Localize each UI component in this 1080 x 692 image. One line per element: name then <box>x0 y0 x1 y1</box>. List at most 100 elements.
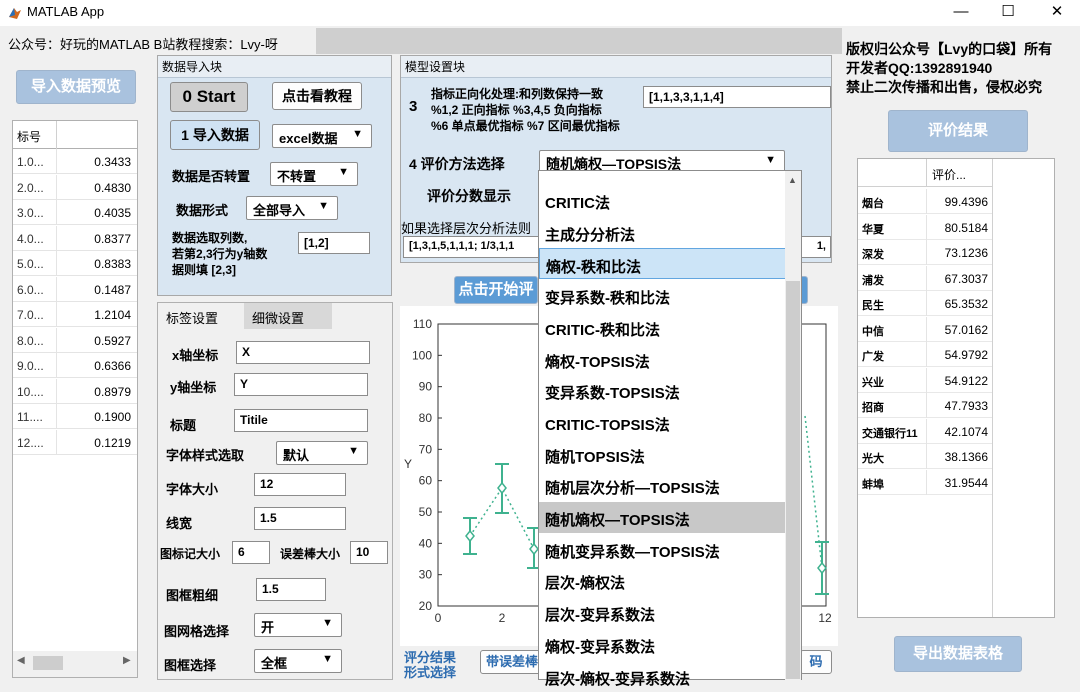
data-form-label: 数据形式 <box>176 203 229 218</box>
start-button[interactable]: 0 Start <box>170 82 248 112</box>
result-row[interactable]: 浦发 67.3037 <box>858 265 992 291</box>
dropdown-item[interactable]: 层次-熵权法 <box>539 565 787 596</box>
errorbar-size-label: 误差棒大小 <box>280 547 341 561</box>
result-name: 广发 <box>862 351 884 363</box>
result-name: 深发 <box>862 249 884 261</box>
result-row[interactable]: 光大 38.1366 <box>858 444 992 469</box>
result-row[interactable]: 招商 47.7933 <box>858 393 992 418</box>
horizontal-scrollbar[interactable]: ◀ ▶ <box>13 651 137 677</box>
close-button[interactable]: ✕ <box>1034 0 1080 26</box>
result-score: 54.9122 <box>944 373 988 388</box>
font-style-select[interactable]: 默认 ▼ <box>276 441 368 465</box>
tab-fine-settings[interactable]: 细微设置 <box>244 303 332 329</box>
dropdown-item[interactable]: 熵权-秩和比法 <box>539 248 787 280</box>
method-dropdown-list[interactable]: CRITIC法 主成分分析法 熵权-秩和比法 变异系数-秩和比法 CRITIC-秩和比法… <box>538 170 802 688</box>
matlab-logo-icon <box>9 8 21 19</box>
columns-input[interactable]: [1,2] <box>298 232 370 254</box>
ahp-hint: 如果选择层次分析法则 <box>401 221 532 236</box>
result-row[interactable]: 兴业 54.9122 <box>858 367 992 393</box>
result-score: 31.9544 <box>944 475 988 490</box>
evaluation-result-button[interactable]: 评价结果 <box>888 110 1028 152</box>
errorbar-size-input[interactable]: 10 <box>350 541 388 564</box>
result-row[interactable]: 中信 57.0162 <box>858 316 992 342</box>
dropdown-item[interactable]: 熵权-变异系数法 <box>539 629 787 660</box>
dropdown-item[interactable]: 随机TOPSIS法 <box>539 439 787 470</box>
row-index: 4.0... <box>17 231 44 246</box>
dropdown-item[interactable]: 层次-变异系数法 <box>539 597 787 628</box>
table-row[interactable]: 10.... 0.8979 <box>13 378 137 404</box>
result-row[interactable]: 烟台 99.4396 <box>858 189 992 214</box>
result-row[interactable]: 蚌埠 31.9544 <box>858 469 992 495</box>
y-axis-input[interactable]: Y <box>234 373 368 396</box>
frame-width-input[interactable]: 1.5 <box>256 578 326 601</box>
table-row[interactable]: 7.0... 1.2104 <box>13 302 137 327</box>
start-evaluation-button[interactable]: 点击开始评 <box>454 276 538 304</box>
dropdown-item[interactable]: 随机熵权—TOPSIS法 <box>539 502 787 533</box>
dropdown-item[interactable]: CRITIC法 <box>539 185 787 216</box>
format-select[interactable]: excel数据 ▼ <box>272 124 372 148</box>
data-form-select[interactable]: 全部导入 ▼ <box>246 196 338 220</box>
transpose-select[interactable]: 不转置 ▼ <box>270 162 358 186</box>
scroll-left-icon[interactable]: ◀ <box>17 655 25 666</box>
table-row[interactable]: 5.0... 0.8383 <box>13 251 137 276</box>
y-tick-label: 80 <box>419 411 433 425</box>
table-row[interactable]: 1.0... 0.3433 <box>13 149 137 174</box>
chevron-down-icon: ▼ <box>765 154 776 166</box>
code-button[interactable]: 码 <box>800 650 832 674</box>
table-row[interactable]: 6.0... 0.1487 <box>13 276 137 302</box>
dropdown-item[interactable]: 变异系数-TOPSIS法 <box>539 375 787 406</box>
minimize-button[interactable]: — <box>938 0 984 26</box>
dropdown-scrollbar[interactable]: ▲ <box>785 171 801 681</box>
preview-table[interactable]: 标号 1.0... 0.3433 2.0... 0.4830 3.0... 0.4035 4… <box>12 120 138 678</box>
row-index: 5.0... <box>17 257 44 271</box>
chevron-down-icon: ▼ <box>322 617 333 629</box>
preview-button[interactable]: 导入数据预览 <box>16 70 136 104</box>
result-score: 57.0162 <box>944 322 988 337</box>
table-row[interactable]: 12.... 0.1219 <box>13 429 137 455</box>
errorbar-button[interactable]: 带误差棒 <box>480 650 544 674</box>
dropdown-item[interactable]: CRITIC-秩和比法 <box>539 312 787 343</box>
result-row[interactable]: 交通银行11 42.1074 <box>858 418 992 444</box>
ahp-matrix-value: [1,3,1,5,1,1,1; 1/3,1,1 <box>409 240 515 252</box>
marker-size-input[interactable]: 6 <box>232 541 270 564</box>
scroll-up-icon[interactable]: ▲ <box>788 175 797 185</box>
table-row[interactable]: 8.0... 0.5927 <box>13 327 137 353</box>
ahp-matrix-value-right: 1, <box>816 240 826 252</box>
result-row[interactable]: 民生 65.3532 <box>858 291 992 316</box>
dropdown-item[interactable]: CRITIC-TOPSIS法 <box>539 407 787 438</box>
row-value: 0.8377 <box>94 231 131 246</box>
table-row[interactable]: 4.0... 0.8377 <box>13 225 137 251</box>
title-bar: MATLAB App — ☐ ✕ <box>0 0 1080 26</box>
tutorial-button[interactable]: 点击看教程 <box>272 82 362 110</box>
tab-label-settings[interactable]: 标签设置 <box>158 303 244 329</box>
frame-select[interactable]: 全框 ▼ <box>254 649 342 673</box>
score-form-label: 评分结果 形式选择 <box>404 650 457 680</box>
import-data-button[interactable]: 1 导入数据 <box>170 120 260 150</box>
table-row[interactable]: 3.0... 0.4035 <box>13 200 137 225</box>
dropdown-item[interactable]: 层次-熵权-变异系数法 <box>539 661 787 692</box>
dropdown-scroll-thumb[interactable] <box>786 281 800 679</box>
result-row[interactable]: 广发 54.9792 <box>858 342 992 367</box>
scroll-thumb[interactable] <box>33 656 63 670</box>
font-size-input[interactable]: 12 <box>254 473 346 496</box>
positive-transform-input[interactable]: [1,1,3,3,1,1,4] <box>643 86 831 108</box>
title-input[interactable]: Titile <box>234 409 368 432</box>
result-table[interactable]: 评价... 烟台 99.4396 华夏 80.5184 深发 73.1236 浦发 67.30… <box>857 158 1055 618</box>
result-row[interactable]: 华夏 80.5184 <box>858 214 992 240</box>
dropdown-item[interactable]: 变异系数-秩和比法 <box>539 280 787 311</box>
export-table-button[interactable]: 导出数据表格 <box>894 636 1022 672</box>
grid-select[interactable]: 开 ▼ <box>254 613 342 637</box>
table-row[interactable]: 2.0... 0.4830 <box>13 174 137 200</box>
x-axis-input[interactable]: X <box>236 341 370 364</box>
scroll-right-icon[interactable]: ▶ <box>123 655 131 666</box>
table-row[interactable]: 9.0... 0.6366 <box>13 353 137 378</box>
dropdown-item[interactable]: 随机变异系数—TOPSIS法 <box>539 534 787 565</box>
dropdown-item[interactable]: 主成分分析法 <box>539 217 787 248</box>
table-row[interactable]: 11.... 0.1900 <box>13 404 137 429</box>
maximize-button[interactable]: ☐ <box>985 0 1031 26</box>
result-name: 中信 <box>862 325 884 338</box>
dropdown-item[interactable]: 熵权-TOPSIS法 <box>539 344 787 375</box>
result-row[interactable]: 深发 73.1236 <box>858 240 992 265</box>
line-width-input[interactable]: 1.5 <box>254 507 346 530</box>
dropdown-item[interactable]: 随机层次分析—TOPSIS法 <box>539 470 787 501</box>
